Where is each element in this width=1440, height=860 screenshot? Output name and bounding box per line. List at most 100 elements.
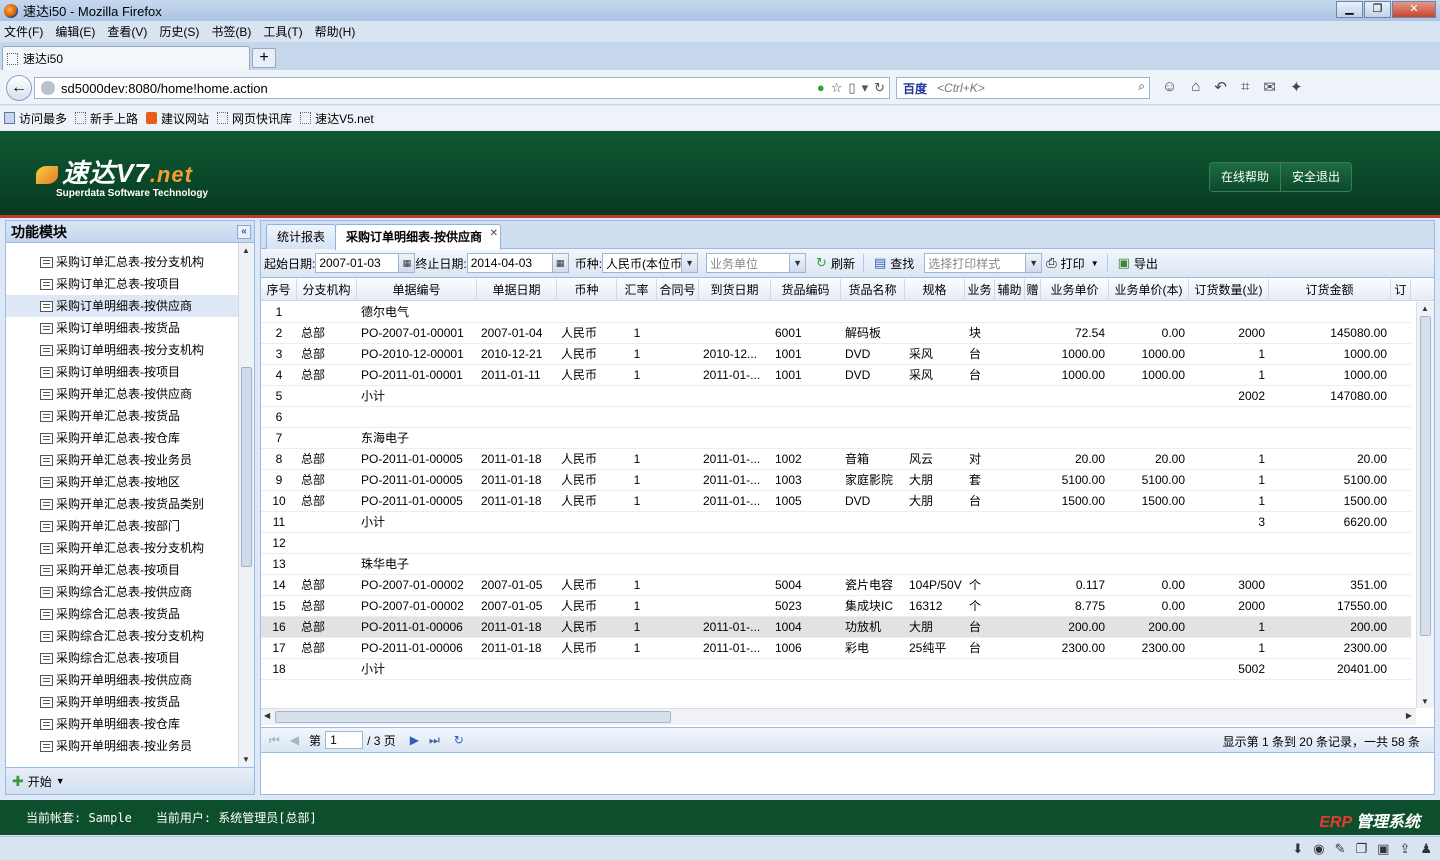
- bookmark-getting-started[interactable]: 新手上路: [75, 110, 138, 127]
- table-row[interactable]: 7 东海电子: [261, 428, 1411, 449]
- column-header-qty[interactable]: 订货数量(业): [1189, 279, 1269, 301]
- url-bar[interactable]: sd5000dev:8080/home!home.action ● ☆ ▯ ▾ …: [34, 77, 890, 99]
- tree-item[interactable]: 采购综合汇总表-按项目: [6, 647, 239, 669]
- menu-edit[interactable]: 编辑(E): [55, 23, 95, 40]
- tree-item[interactable]: 采购开单汇总表-按货品: [6, 405, 239, 427]
- tab-purchase-order-detail[interactable]: 采购订单明细表-按供应商 ✕: [335, 224, 501, 250]
- tree-item[interactable]: 采购订单明细表-按分支机构: [6, 339, 239, 361]
- crop-icon[interactable]: ⌗: [1241, 78, 1249, 96]
- column-header-item-code[interactable]: 货品编码: [771, 279, 841, 301]
- bookmark-suggested-sites[interactable]: 建议网站: [146, 110, 209, 127]
- home-icon[interactable]: ⌂: [1191, 78, 1200, 96]
- tree-scrollbar[interactable]: ▲ ▼: [238, 243, 254, 767]
- site-identity-icon[interactable]: [41, 81, 55, 95]
- tree-item[interactable]: 采购开单汇总表-按供应商: [6, 383, 239, 405]
- extension-icon[interactable]: ✦: [1290, 78, 1303, 96]
- end-date-field[interactable]: 2014-04-03 ▦: [466, 253, 569, 273]
- table-row[interactable]: 13 珠华电子: [261, 554, 1411, 575]
- close-icon[interactable]: ✕: [1392, 1, 1436, 18]
- tree-item[interactable]: 采购开单汇总表-按部门: [6, 515, 239, 537]
- search-bar[interactable]: 百度 <Ctrl+K> ⌕: [896, 77, 1150, 99]
- scroll-left-icon[interactable]: ◀: [264, 711, 270, 720]
- tree-item[interactable]: 采购综合汇总表-按分支机构: [6, 625, 239, 647]
- column-header-aux[interactable]: 辅助: [995, 279, 1025, 301]
- mask-icon[interactable]: ◉: [1313, 841, 1324, 857]
- tree-item[interactable]: 采购开单明细表-按货品: [6, 691, 239, 713]
- maximize-icon[interactable]: ❐: [1364, 1, 1391, 18]
- tree-item[interactable]: 采购订单明细表-按货品: [6, 317, 239, 339]
- table-row[interactable]: 4 总部 PO-2011-01-00001 2011-01-11 人民币 1 2011-01…: [261, 365, 1411, 386]
- column-header-unit[interactable]: 业务: [965, 279, 995, 301]
- scroll-right-icon[interactable]: ▶: [1406, 711, 1412, 720]
- tree-item[interactable]: 采购开单汇总表-按项目: [6, 559, 239, 581]
- menu-history[interactable]: 历史(S): [159, 23, 199, 40]
- tree-item[interactable]: 采购开单汇总表-按仓库: [6, 427, 239, 449]
- first-page-icon[interactable]: ⏮: [269, 733, 280, 748]
- window-icon[interactable]: ❐: [1355, 841, 1367, 857]
- table-row[interactable]: 14 总部 PO-2007-01-00002 2007-01-05 人民币 1 5004 瓷片…: [261, 575, 1411, 596]
- scroll-thumb[interactable]: [241, 367, 252, 567]
- back-button[interactable]: ←: [6, 75, 32, 101]
- table-row[interactable]: 9 总部 PO-2011-01-00005 2011-01-18 人民币 1 2011-01…: [261, 470, 1411, 491]
- menu-bookmarks[interactable]: 书签(B): [211, 23, 251, 40]
- tree-item[interactable]: 采购订单汇总表-按项目: [6, 273, 239, 295]
- new-tab-button[interactable]: +: [252, 48, 276, 68]
- table-row[interactable]: 6: [261, 407, 1411, 428]
- chevron-down-icon[interactable]: ▼: [1025, 254, 1042, 272]
- refresh-button[interactable]: ↻ 刷新: [816, 255, 855, 272]
- page-number-input[interactable]: 1: [325, 731, 364, 749]
- menu-tools[interactable]: 工具(T): [263, 23, 302, 40]
- column-header-price-base[interactable]: 业务单价(本): [1109, 279, 1189, 301]
- prev-page-icon[interactable]: ◀: [290, 733, 299, 747]
- tree-item[interactable]: 采购开单明细表-按仓库: [6, 713, 239, 735]
- column-header-gift[interactable]: 赠: [1025, 279, 1041, 301]
- collapse-icon[interactable]: «: [237, 225, 251, 239]
- bookmark-star-icon[interactable]: ☆: [831, 80, 843, 96]
- column-header-doc-no[interactable]: 单据编号: [357, 279, 477, 301]
- tree-item[interactable]: 采购开单汇总表-按货品类别: [6, 493, 239, 515]
- next-page-icon[interactable]: ▶: [410, 733, 419, 747]
- table-row[interactable]: 10 总部 PO-2011-01-00005 2011-01-18 人民币 1 2011-0…: [261, 491, 1411, 512]
- tree-item[interactable]: 采购综合汇总表-按货品: [6, 603, 239, 625]
- browser-tab[interactable]: 速达i50: [2, 46, 250, 70]
- dropdown-icon[interactable]: ▾: [862, 80, 869, 96]
- tree-item[interactable]: 采购订单明细表-按供应商: [6, 295, 239, 317]
- table-row[interactable]: 15 总部 PO-2007-01-00002 2007-01-05 人民币 1 5023 集成…: [261, 596, 1411, 617]
- reload-icon[interactable]: ↻: [874, 80, 885, 96]
- tree-item[interactable]: 采购订单汇总表-按分支机构: [6, 251, 239, 273]
- chat-icon[interactable]: ✉: [1263, 78, 1276, 96]
- menu-file[interactable]: 文件(F): [4, 23, 43, 40]
- column-header-rate[interactable]: 汇率: [617, 279, 657, 301]
- grid-horizontal-scrollbar[interactable]: ◀ ▶: [261, 708, 1416, 725]
- user-icon[interactable]: ♟: [1420, 841, 1432, 857]
- scroll-down-icon[interactable]: ▼: [1421, 697, 1429, 706]
- scroll-thumb[interactable]: [275, 711, 671, 723]
- search-engine-label[interactable]: 百度: [903, 80, 927, 97]
- table-row[interactable]: 12: [261, 533, 1411, 554]
- table-row[interactable]: 2 总部 PO-2007-01-00001 2007-01-04 人民币 1 6001 解码板…: [261, 323, 1411, 344]
- logout-button[interactable]: 安全退出: [1280, 163, 1351, 191]
- start-date-field[interactable]: 2007-01-03 ▦: [315, 253, 416, 273]
- column-header-amount[interactable]: 订货金额: [1269, 279, 1391, 301]
- mobile-icon[interactable]: ▯: [848, 80, 855, 96]
- scroll-up-icon[interactable]: ▲: [242, 246, 250, 255]
- column-header-item-name[interactable]: 货品名称: [841, 279, 905, 301]
- calendar-icon[interactable]: ▦: [398, 254, 415, 272]
- column-header-spec[interactable]: 规格: [905, 279, 965, 301]
- table-row[interactable]: 18 小计 5002 20401.00: [261, 659, 1411, 680]
- column-header-seq[interactable]: 序号: [261, 279, 297, 301]
- tree-item[interactable]: 采购开单明细表-按供应商: [6, 669, 239, 691]
- table-row[interactable]: 16 总部 PO-2011-01-00006 2011-01-18 人民币 1 2011-0…: [261, 617, 1411, 638]
- column-header-contract[interactable]: 合同号: [657, 279, 699, 301]
- scroll-down-icon[interactable]: ▼: [242, 755, 250, 764]
- start-menu-button[interactable]: ✚ 开始 ▼: [6, 767, 254, 794]
- go-icon[interactable]: ●: [817, 80, 825, 96]
- share-icon[interactable]: ⇪: [1399, 841, 1410, 857]
- find-button[interactable]: ▤ 查找: [874, 255, 914, 272]
- close-tab-icon[interactable]: ✕: [490, 222, 498, 246]
- bookmark-sd-v5[interactable]: 速达V5.net: [300, 110, 374, 127]
- business-unit-select[interactable]: 业务单位 ▼: [706, 253, 807, 273]
- tab-statistics[interactable]: 统计报表: [266, 224, 337, 249]
- column-header-arrival-date[interactable]: 到货日期: [699, 279, 771, 301]
- menu-view[interactable]: 查看(V): [107, 23, 147, 40]
